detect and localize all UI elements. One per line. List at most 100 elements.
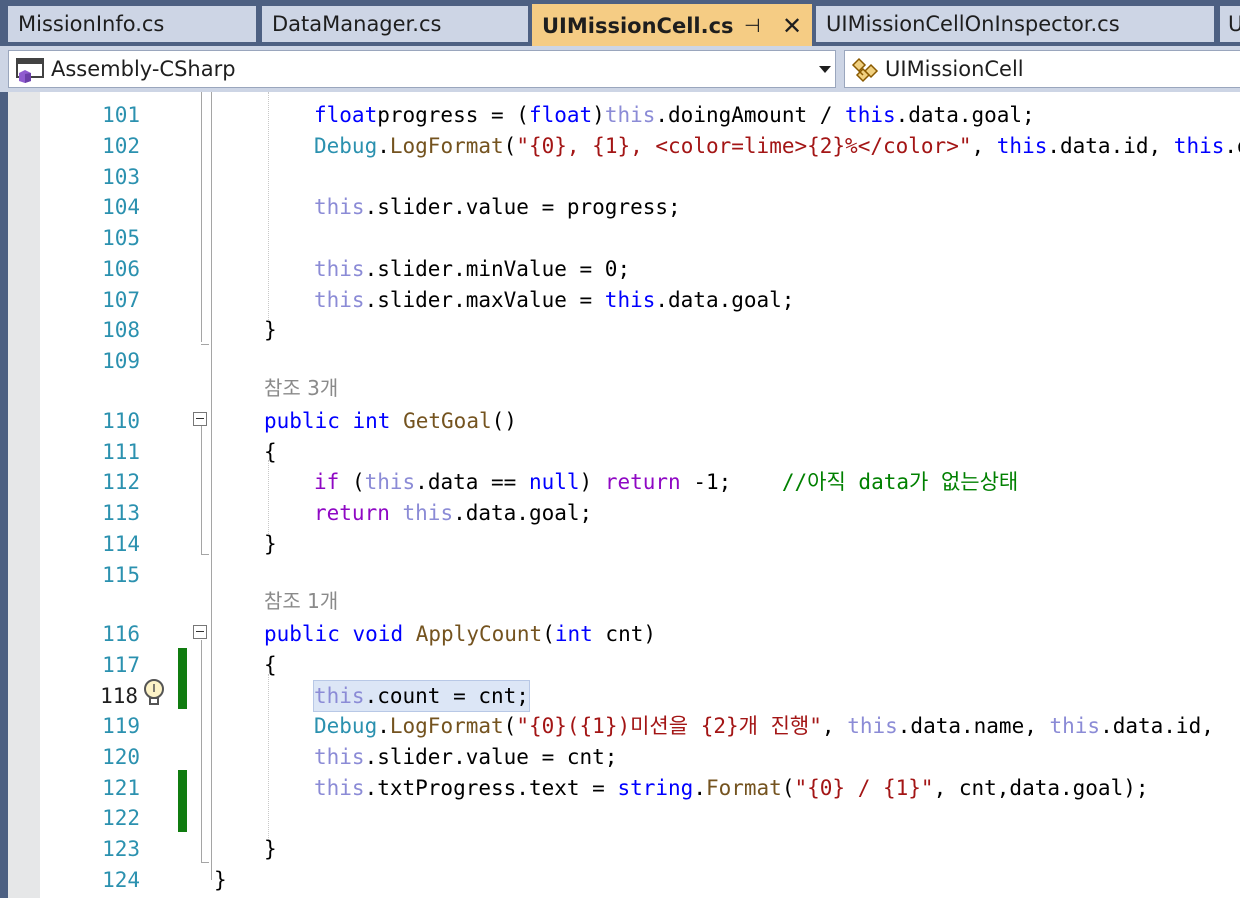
code-token: LogFormat — [389, 714, 504, 738]
code-text[interactable]: } — [264, 834, 277, 864]
code-token: .doingAmount / — [655, 103, 846, 127]
code-line: 117 { — [8, 650, 1240, 680]
class-name: UIMissionCell — [885, 57, 1024, 81]
code-line: 115 — [8, 560, 1240, 590]
code-token: string — [617, 776, 694, 800]
code-text[interactable]: { — [264, 650, 277, 680]
code-token: this — [996, 134, 1048, 158]
code-token: .data == — [415, 470, 529, 494]
code-token: . — [377, 134, 390, 158]
line-number: 109 — [102, 349, 140, 373]
code-token: .count = cnt; — [364, 684, 529, 708]
line-number: 123 — [102, 837, 140, 861]
code-token: } — [264, 318, 277, 342]
code-text[interactable]: this.slider.value = progress; — [314, 192, 681, 222]
code-token: , — [971, 134, 997, 158]
code-editor[interactable]: 101 floatprogress = (float)this.doingAmou… — [8, 92, 1240, 898]
line-number: 111 — [102, 440, 140, 464]
close-icon[interactable]: ✕ — [782, 4, 802, 46]
code-text[interactable]: } — [264, 315, 277, 345]
chevron-down-icon[interactable] — [819, 66, 831, 73]
code-token: progress = ( — [377, 103, 529, 127]
code-token: "{0}, {1}, <color=lime>{2}%</color>" — [516, 134, 972, 158]
code-token: int — [554, 622, 593, 646]
csharp-project-icon — [16, 58, 44, 83]
pin-icon[interactable]: ⊣ — [744, 4, 761, 46]
code-token: , — [821, 714, 848, 738]
codelens-references[interactable]: 참조 1개 — [264, 587, 338, 615]
code-token: .slider.value = progress; — [364, 195, 681, 219]
code-token: this — [314, 684, 365, 708]
project-dropdown[interactable]: Assembly-CSharp — [8, 50, 836, 88]
code-text[interactable]: this.slider.minValue = 0; — [314, 254, 630, 284]
code-token: .slider.value = cnt; — [364, 745, 618, 769]
code-token: Format — [705, 776, 782, 800]
code-line: 119 Debug.LogFormat("{0}({1})미션을 {2}개 진행"… — [8, 711, 1240, 741]
code-text[interactable]: Debug.LogFormat("{0}({1})미션을 {2}개 진행", t… — [314, 711, 1214, 741]
code-token: . — [693, 776, 706, 800]
code-line: 123} — [8, 834, 1240, 864]
code-text[interactable]: } — [214, 865, 227, 895]
line-number: 107 — [102, 288, 140, 312]
code-token: float — [528, 103, 593, 127]
tab-missioninfo[interactable]: MissionInfo.cs — [8, 6, 256, 42]
codelens-references[interactable]: 참조 3개 — [264, 374, 338, 402]
code-token: .data.goal; — [895, 103, 1035, 127]
tab-datamanager[interactable]: DataManager.cs — [262, 6, 528, 42]
code-text[interactable]: if (this.data == null) return -1; //아직 d… — [314, 467, 1018, 497]
code-token: return — [314, 501, 390, 525]
code-token: this — [1173, 134, 1225, 158]
code-text[interactable]: } — [264, 529, 277, 559]
code-token: cnt) — [592, 622, 656, 646]
code-text[interactable]: floatprogress = (float)this.doingAmount … — [314, 100, 1035, 130]
code-token: this — [845, 103, 896, 127]
code-token: int — [352, 409, 391, 433]
code-token: { — [264, 440, 277, 464]
code-line: 120 this.slider.value = cnt; — [8, 742, 1240, 772]
code-token: if — [314, 470, 340, 494]
code-token: } — [264, 532, 277, 556]
code-token: ( — [542, 622, 555, 646]
code-text[interactable]: this.count = cnt; — [313, 680, 530, 712]
code-text[interactable]: this.txtProgress.text = string.Format("{… — [314, 773, 1149, 803]
code-token: this — [847, 714, 898, 738]
code-token: void — [352, 622, 404, 646]
tab-uimissioncelloninspector[interactable]: UIMissionCellOnInspector.cs — [816, 6, 1214, 42]
code-text[interactable]: { — [264, 437, 277, 467]
code-line: 106 this.slider.minValue = 0; — [8, 254, 1240, 284]
class-dropdown[interactable]: UIMissionCell — [844, 50, 1240, 88]
code-token: .da — [1224, 134, 1240, 158]
code-line: 101 floatprogress = (float)this.doingAmou… — [8, 100, 1240, 130]
code-token: GetGoal — [403, 409, 492, 433]
code-line: 110 public int GetGoal() — [8, 406, 1240, 436]
code-token: } — [264, 837, 277, 861]
line-number: 101 — [102, 103, 140, 127]
code-token: Debug — [314, 134, 378, 158]
code-token: .txtProgress.text = — [364, 776, 618, 800]
tab-overflow[interactable]: U — [1220, 6, 1240, 42]
line-number: 104 — [102, 195, 140, 219]
code-text[interactable]: this.slider.value = cnt; — [314, 742, 617, 772]
code-text[interactable]: this.slider.maxValue = this.data.goal; — [314, 285, 794, 315]
project-name: Assembly-CSharp — [51, 57, 236, 81]
code-line: 118 this.count = cnt; — [8, 680, 1240, 712]
code-token: this — [402, 501, 454, 525]
code-text[interactable]: public void ApplyCount(int cnt) — [264, 619, 656, 649]
line-number: 102 — [102, 134, 140, 158]
class-icon — [851, 57, 879, 83]
code-text[interactable]: return this.data.goal; — [314, 498, 592, 528]
code-token: ApplyCount — [415, 622, 543, 646]
code-line: 102 Debug.LogFormat("{0}, {1}, <color=lim… — [8, 131, 1240, 161]
code-token: this — [604, 103, 656, 127]
code-text[interactable]: public int GetGoal() — [264, 406, 517, 436]
code-token: } — [214, 868, 227, 892]
line-number: 119 — [102, 714, 140, 738]
code-text[interactable]: Debug.LogFormat("{0}, {1}, <color=lime>{… — [314, 131, 1240, 161]
code-token: ( — [503, 134, 517, 158]
line-number: 122 — [102, 806, 140, 830]
tab-uimissioncell[interactable]: UIMissionCell.cs ⊣ ✕ — [532, 4, 812, 46]
